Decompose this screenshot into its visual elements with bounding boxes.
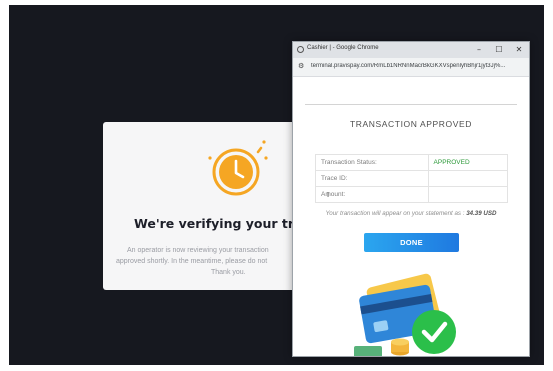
verification-body-line-3: Thank you. (211, 269, 246, 276)
coin-stack-icon (391, 338, 409, 356)
row-value (427, 170, 509, 187)
clock-icon (198, 132, 274, 208)
url-text[interactable]: terminal.pravispay.com/RmLb1NRNnMacrBkGK… (311, 63, 525, 69)
table-row: Transaction Status: APPROVED (315, 154, 509, 171)
row-label: Trace ID: (315, 170, 429, 187)
row-value: APPROVED (427, 154, 509, 171)
minimize-button[interactable]: – (473, 44, 485, 56)
statement-amount: 34.39 USD (466, 210, 497, 217)
transaction-details-table: Transaction Status: APPROVED Trace ID: A… (315, 154, 509, 203)
row-value (427, 186, 509, 203)
site-info-icon[interactable]: ⚙ (298, 62, 306, 71)
text-cursor-icon: I (327, 191, 330, 199)
payment-illustration (348, 262, 473, 356)
table-row: Amount: (315, 186, 509, 203)
row-label: Amount: (315, 186, 429, 203)
verification-body-line-1: An operator is now reviewing your transa… (127, 247, 269, 254)
window-titlebar[interactable]: Cashier | - Google Chrome – ☐ ✕ (293, 42, 529, 58)
maximize-button[interactable]: ☐ (493, 44, 505, 56)
close-button[interactable]: ✕ (513, 44, 525, 56)
done-button[interactable]: DONE (364, 233, 459, 252)
row-label: Transaction Status: (315, 154, 429, 171)
table-row: Trace ID: (315, 170, 509, 187)
content-divider (305, 104, 517, 105)
chrome-favicon-icon (297, 46, 304, 53)
verification-card: We're verifying your transa An operator … (103, 122, 319, 290)
cashier-popup-window[interactable]: Cashier | - Google Chrome – ☐ ✕ ⚙ termin… (292, 41, 530, 357)
statement-note-text: Your transaction will appear on your sta… (325, 210, 465, 217)
window-title: Cashier | - Google Chrome (307, 45, 379, 51)
verification-body-line-2: approved shortly. In the meantime, pleas… (116, 258, 268, 265)
statement-note: Your transaction will appear on your sta… (293, 210, 529, 217)
address-bar[interactable]: ⚙ terminal.pravispay.com/RmLb1NRNnMacrBk… (293, 58, 529, 77)
checkmark-circle-icon (412, 310, 456, 354)
transaction-heading: TRANSACTION APPROVED (349, 119, 473, 129)
